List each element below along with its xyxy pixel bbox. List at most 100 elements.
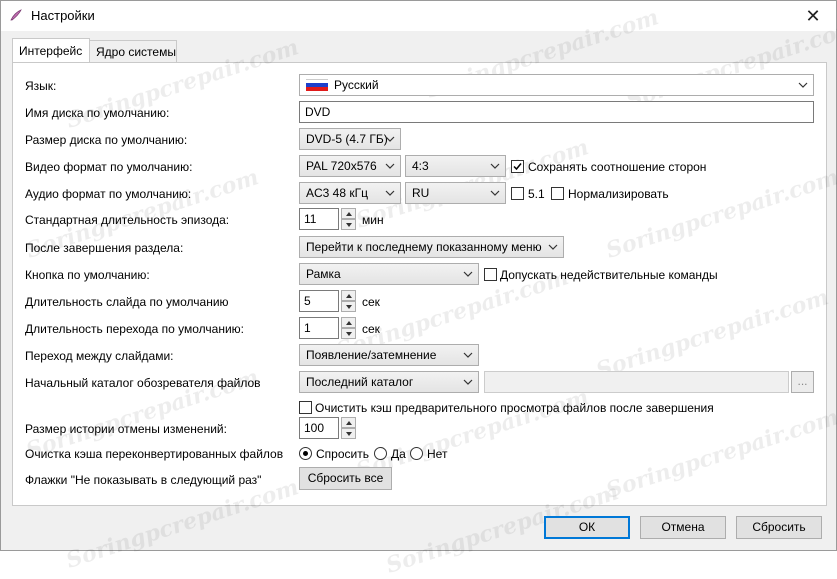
normalize-checkbox[interactable] — [551, 187, 564, 200]
arrow-up-icon — [346, 421, 352, 425]
radio-no-label: Нет — [427, 447, 448, 461]
spin-down-button[interactable] — [341, 328, 356, 339]
episode-length-unit: мин — [362, 213, 384, 227]
language-value: Русский — [334, 78, 379, 92]
slide-transition-select[interactable]: Появление/затемнение — [299, 344, 479, 366]
disk-name-label: Имя диска по умолчанию: — [25, 106, 170, 120]
audio-format-select[interactable]: AC3 48 кГц — [299, 182, 401, 204]
chevron-down-icon — [385, 190, 395, 196]
slide-duration-unit: сек — [362, 295, 380, 309]
transition-duration-unit: сек — [362, 322, 380, 336]
audio-format-value: AC3 48 кГц — [306, 186, 368, 200]
transition-duration-spinner[interactable]: 1 — [299, 317, 359, 339]
unconverted-cache-label: Очистка кэша переконвертированных файлов — [25, 447, 284, 461]
episode-length-label: Стандартная длительность эпизода: — [25, 213, 230, 227]
disk-size-value: DVD-5 (4.7 ГБ) — [306, 132, 388, 146]
chevron-down-icon — [463, 271, 473, 277]
spin-down-button[interactable] — [341, 428, 356, 439]
reset-all-button[interactable]: Сбросить все — [299, 467, 392, 490]
slide-transition-label: Переход между слайдами: — [25, 349, 174, 363]
quill-icon — [10, 9, 22, 21]
disk-name-input[interactable]: DVD — [299, 101, 814, 123]
video-format-select[interactable]: PAL 720x576 — [299, 155, 401, 177]
chevron-down-icon — [490, 163, 500, 169]
undo-history-value[interactable]: 100 — [299, 417, 339, 439]
aspect-ratio-select[interactable]: 4:3 — [405, 155, 506, 177]
default-button-label: Кнопка по умолчанию: — [25, 268, 150, 282]
slide-duration-label: Длительность слайда по умолчанию — [25, 295, 229, 309]
ok-button[interactable]: ОК — [544, 516, 630, 539]
dont-show-flags-label: Флажки "Не показывать в следующий раз" — [25, 473, 262, 487]
keep-aspect-checkbox[interactable] — [511, 160, 524, 173]
after-section-select[interactable]: Перейти к последнему показанному меню — [299, 236, 564, 258]
spin-up-button[interactable] — [341, 290, 356, 301]
video-format-label: Видео формат по умолчанию: — [25, 160, 193, 174]
video-format-value: PAL 720x576 — [306, 159, 377, 173]
chevron-down-icon — [463, 379, 473, 385]
audio-format-label: Аудио формат по умолчанию: — [25, 187, 192, 201]
surround-checkbox[interactable] — [511, 187, 524, 200]
clear-preview-cache-label: Очистить кэш предварительного просмотра … — [315, 401, 714, 415]
chevron-down-icon — [385, 136, 395, 142]
audio-language-value: RU — [412, 186, 430, 200]
episode-length-value[interactable]: 11 — [299, 208, 339, 230]
disk-size-select[interactable]: DVD-5 (4.7 ГБ) — [299, 128, 401, 150]
chevron-down-icon — [463, 352, 473, 358]
reset-button[interactable]: Сбросить — [736, 516, 822, 539]
arrow-down-icon — [346, 305, 352, 309]
allow-invalid-checkbox[interactable] — [484, 268, 497, 281]
language-label: Язык: — [25, 79, 57, 93]
spin-up-button[interactable] — [341, 417, 356, 428]
chevron-down-icon — [548, 244, 558, 250]
title-bar: Настройки ✕ — [1, 1, 836, 31]
arrow-down-icon — [346, 432, 352, 436]
arrow-up-icon — [346, 294, 352, 298]
window-title: Настройки — [31, 8, 95, 23]
arrow-up-icon — [346, 321, 352, 325]
start-folder-path-input — [484, 371, 789, 393]
tab-interface[interactable]: Интерфейс — [12, 38, 90, 62]
start-folder-select[interactable]: Последний каталог — [299, 371, 479, 393]
slide-duration-spinner[interactable]: 5 — [299, 290, 359, 312]
transition-duration-value[interactable]: 1 — [299, 317, 339, 339]
undo-history-spinner[interactable]: 100 — [299, 417, 359, 439]
language-select[interactable]: Русский — [299, 74, 814, 96]
settings-window: Настройки ✕ Интерфейс Ядро системы Sorin… — [0, 0, 837, 579]
spin-down-button[interactable] — [341, 301, 356, 312]
after-section-label: После завершения раздела: — [25, 241, 184, 255]
slide-transition-value: Появление/затемнение — [306, 348, 437, 362]
default-button-select[interactable]: Рамка — [299, 263, 479, 285]
cancel-button[interactable]: Отмена — [640, 516, 726, 539]
surround-label: 5.1 — [528, 187, 545, 201]
episode-length-spinner[interactable]: 11 — [299, 208, 359, 230]
arrow-down-icon — [346, 223, 352, 227]
undo-history-label: Размер истории отмены изменений: — [25, 422, 227, 436]
arrow-down-icon — [346, 332, 352, 336]
tab-system-core[interactable]: Ядро системы — [89, 40, 177, 63]
radio-yes[interactable] — [374, 447, 387, 460]
close-icon[interactable]: ✕ — [790, 1, 836, 31]
aspect-ratio-value: 4:3 — [412, 159, 429, 173]
disk-size-label: Размер диска по умолчанию: — [25, 133, 188, 147]
radio-no[interactable] — [410, 447, 423, 460]
radio-ask-label: Спросить — [316, 447, 369, 461]
audio-language-select[interactable]: RU — [405, 182, 506, 204]
spin-up-button[interactable] — [341, 317, 356, 328]
chevron-down-icon — [798, 82, 808, 88]
browse-button[interactable]: ... — [791, 371, 814, 393]
chevron-down-icon — [490, 190, 500, 196]
spin-down-button[interactable] — [341, 219, 356, 230]
transition-duration-label: Длительность перехода по умолчанию: — [25, 322, 245, 336]
after-section-value: Перейти к последнему показанному меню — [306, 240, 542, 254]
chevron-down-icon — [385, 163, 395, 169]
allow-invalid-label: Допускать недействительные команды — [500, 268, 718, 282]
radio-ask[interactable] — [299, 447, 312, 460]
normalize-label: Нормализировать — [568, 187, 669, 201]
default-button-value: Рамка — [306, 267, 341, 281]
start-folder-label: Начальный каталог обозревателя файлов — [25, 376, 261, 390]
spin-up-button[interactable] — [341, 208, 356, 219]
clear-preview-cache-checkbox[interactable] — [299, 401, 312, 414]
arrow-up-icon — [346, 212, 352, 216]
start-folder-value: Последний каталог — [306, 375, 414, 389]
slide-duration-value[interactable]: 5 — [299, 290, 339, 312]
